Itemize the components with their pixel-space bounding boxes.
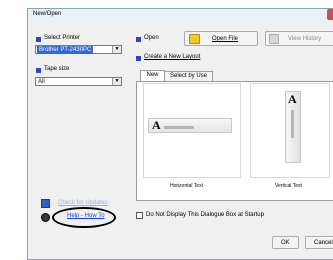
chevron-down-icon[interactable]: ▼ bbox=[112, 46, 121, 53]
printer-section-icon bbox=[36, 37, 41, 42]
ok-button[interactable]: OK bbox=[272, 236, 299, 249]
vertical-layout-caption: Vertical Text bbox=[275, 183, 302, 189]
horizontal-glyph: A bbox=[152, 118, 161, 132]
tape-size-select-value: All bbox=[38, 79, 45, 85]
highlight-circle bbox=[52, 207, 116, 228]
view-history-label: View History bbox=[288, 36, 322, 42]
open-file-button[interactable]: Open File bbox=[184, 31, 258, 46]
horizontal-text-bar bbox=[164, 126, 194, 129]
vertical-glyph: A bbox=[288, 92, 297, 106]
cancel-button[interactable]: Cancel bbox=[305, 236, 333, 249]
tape-section-icon bbox=[36, 68, 41, 73]
startup-checkbox-label: Do Not Display This Dialogue Box at Star… bbox=[146, 212, 264, 218]
printer-select[interactable]: Brother PT-2430PC ▼ bbox=[35, 45, 122, 54]
help-icon bbox=[41, 213, 50, 222]
open-label: Open bbox=[144, 35, 159, 41]
create-layout-label: Create a New Layout bbox=[144, 54, 201, 60]
check-updates-link[interactable]: Check for Updates bbox=[58, 200, 108, 206]
tape-size-select[interactable]: All ▼ bbox=[35, 77, 122, 86]
tab-select-by-use[interactable]: Select by Use bbox=[164, 71, 213, 81]
ok-label: OK bbox=[281, 240, 290, 246]
title-bar[interactable] bbox=[28, 9, 333, 23]
cancel-label: Cancel bbox=[314, 240, 333, 246]
printer-select-value: Brother PT-2430PC bbox=[37, 46, 94, 54]
horizontal-layout-caption: Horizontal Text bbox=[170, 183, 203, 189]
vertical-text-bar bbox=[291, 110, 294, 138]
startup-checkbox[interactable] bbox=[136, 212, 143, 219]
window-title: New/Open bbox=[33, 11, 62, 17]
create-section-icon bbox=[136, 56, 141, 61]
updates-icon[interactable] bbox=[41, 199, 50, 208]
folder-icon bbox=[189, 34, 200, 44]
chevron-down-icon[interactable]: ▼ bbox=[112, 78, 121, 85]
open-section-icon bbox=[136, 37, 141, 42]
history-icon bbox=[269, 34, 279, 44]
open-file-label: Open File bbox=[212, 36, 239, 42]
tab-new[interactable]: New bbox=[140, 70, 165, 81]
close-button[interactable] bbox=[327, 9, 333, 20]
select-printer-label: Select Printer bbox=[44, 35, 81, 41]
tape-size-label: Tape size bbox=[44, 66, 70, 72]
view-history-button[interactable]: View History bbox=[265, 31, 333, 46]
